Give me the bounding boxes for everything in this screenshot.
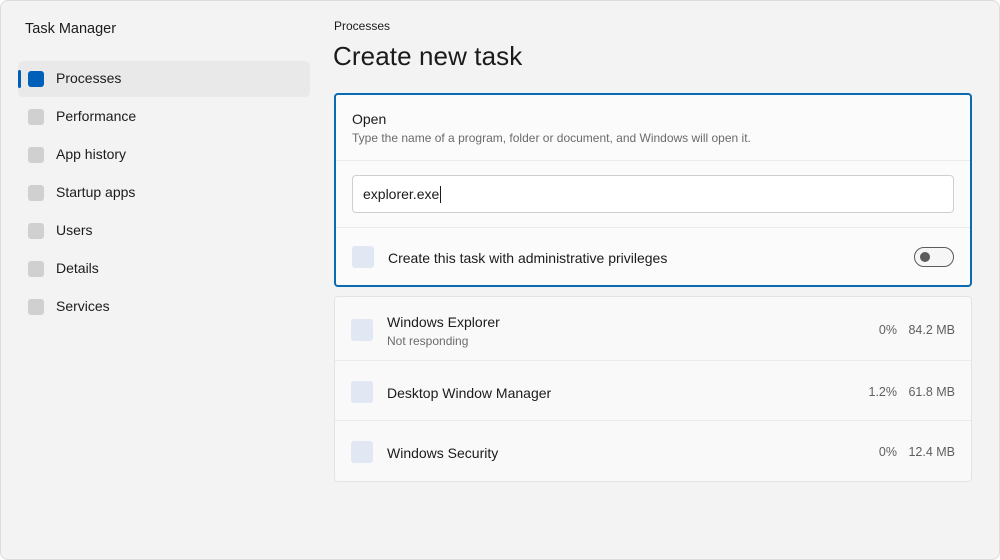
- processes-icon: [28, 71, 44, 87]
- active-indicator: [18, 70, 21, 88]
- process-status: Not responding: [387, 334, 469, 348]
- sidebar-item-users[interactable]: Users: [18, 213, 310, 249]
- list-item[interactable]: Windows Security 0% 12.4 MB: [335, 421, 971, 481]
- sidebar-item-label: Details: [56, 260, 99, 276]
- dialog-title: Open: [352, 111, 387, 127]
- windows-explorer-icon: [351, 319, 373, 341]
- dialog-header: Open Type the name of a program, folder …: [336, 95, 970, 161]
- performance-icon: [28, 109, 44, 125]
- shield-icon: [352, 246, 374, 268]
- admin-privileges-label: Create this task with administrative pri…: [388, 250, 668, 266]
- app-title: Task Manager: [25, 21, 117, 37]
- list-item[interactable]: Desktop Window Manager 1.2% 61.8 MB: [335, 361, 971, 421]
- task-manager-window: Task Manager Processes Performance App h…: [0, 0, 1000, 560]
- sidebar-item-startup-apps[interactable]: Startup apps: [18, 175, 310, 211]
- process-cpu: 1.2%: [868, 385, 898, 399]
- desktop-window-manager-icon: [351, 381, 373, 403]
- app-history-icon: [28, 147, 44, 163]
- process-list: Windows Explorer Not responding 0% 84.2 …: [334, 296, 972, 482]
- sidebar: Task Manager Processes Performance App h…: [1, 1, 321, 559]
- sidebar-item-performance[interactable]: Performance: [18, 99, 310, 135]
- breadcrumb: Processes: [334, 19, 391, 33]
- sidebar-item-label: Users: [56, 222, 93, 238]
- sidebar-item-label: Performance: [56, 108, 137, 124]
- services-icon: [28, 299, 44, 315]
- text-caret: [440, 185, 442, 203]
- process-memory: 84.2 MB: [908, 323, 955, 337]
- windows-security-icon: [351, 441, 373, 463]
- divider: [336, 227, 970, 228]
- sidebar-item-processes[interactable]: Processes: [18, 61, 310, 97]
- open-input-value: explorer.exe: [363, 186, 440, 202]
- list-item[interactable]: Windows Explorer Not responding 0% 84.2 …: [335, 297, 971, 361]
- process-name: Windows Explorer: [387, 314, 500, 330]
- admin-privileges-toggle[interactable]: [914, 247, 954, 267]
- details-icon: [28, 261, 44, 277]
- sidebar-item-services[interactable]: Services: [18, 289, 310, 325]
- create-task-dialog: Open Type the name of a program, folder …: [334, 93, 972, 287]
- users-icon: [28, 223, 44, 239]
- sidebar-nav: Processes Performance App history Startu…: [18, 61, 310, 327]
- dialog-description: Type the name of a program, folder or do…: [352, 131, 751, 145]
- sidebar-item-label: App history: [56, 146, 127, 162]
- page-title: Create new task: [333, 41, 523, 71]
- process-memory: 12.4 MB: [908, 445, 955, 459]
- process-name: Desktop Window Manager: [387, 385, 552, 401]
- process-memory: 61.8 MB: [908, 385, 955, 399]
- process-cpu: 0%: [878, 445, 897, 459]
- sidebar-item-label: Startup apps: [56, 184, 136, 200]
- sidebar-item-label: Services: [56, 298, 110, 314]
- sidebar-item-details[interactable]: Details: [18, 251, 310, 287]
- process-cpu: 0%: [878, 323, 897, 337]
- sidebar-item-label: Processes: [56, 70, 122, 86]
- startup-apps-icon: [28, 185, 44, 201]
- toggle-knob: [920, 252, 930, 262]
- open-input[interactable]: explorer.exe: [352, 175, 954, 213]
- process-name: Windows Security: [387, 445, 499, 461]
- sidebar-item-app-history[interactable]: App history: [18, 137, 310, 173]
